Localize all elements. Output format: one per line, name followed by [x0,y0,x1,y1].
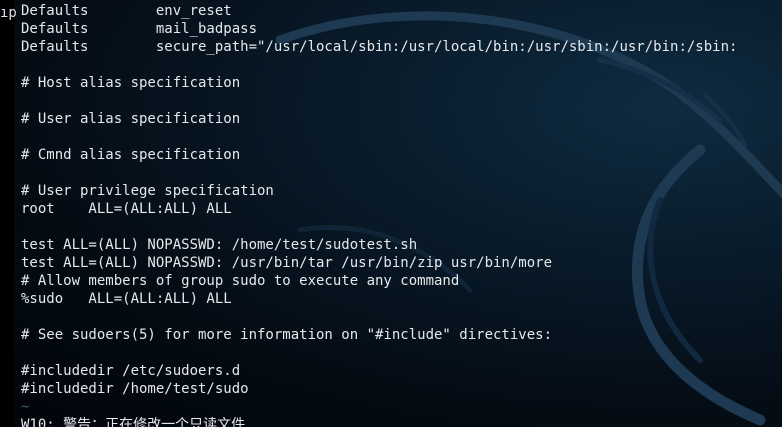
code-line: test ALL=(ALL) NOPASSWD: /home/test/sudo… [21,237,418,253]
code-line: root ALL=(ALL:ALL) ALL [21,201,232,217]
empty-buffer-tilde: ~ [21,399,30,415]
code-line: # See sudoers(5) for more information on… [21,327,553,343]
vim-warning-message: W10: 警告：正在修改一个只读文件 [21,417,246,427]
code-line: Defaults secure_path="/usr/local/sbin:/u… [21,39,738,55]
code-line: # Cmnd alias specification [21,147,241,163]
code-line: %sudo ALL=(ALL:ALL) ALL [21,291,232,307]
code-line: test ALL=(ALL) NOPASSWD: /usr/bin/tar /u… [21,255,553,271]
terminal-window: ıp Defaults env_reset Defaults mail_badp… [0,0,782,427]
code-line: # Allow members of group sudo to execute… [21,273,460,289]
code-line: Defaults env_reset [21,3,232,19]
left-window-edge: ıp [0,0,17,427]
code-line: # User privilege specification [21,183,274,199]
left-edge-text: ıp [0,5,17,21]
terminal-content[interactable]: Defaults env_reset Defaults mail_badpass… [21,2,782,427]
code-line: Defaults mail_badpass [21,21,258,37]
code-line: # Host alias specification [21,75,241,91]
code-line: #includedir /etc/sudoers.d [21,363,241,379]
code-line: # User alias specification [21,111,241,127]
code-line: #includedir /home/test/sudo [21,381,249,397]
